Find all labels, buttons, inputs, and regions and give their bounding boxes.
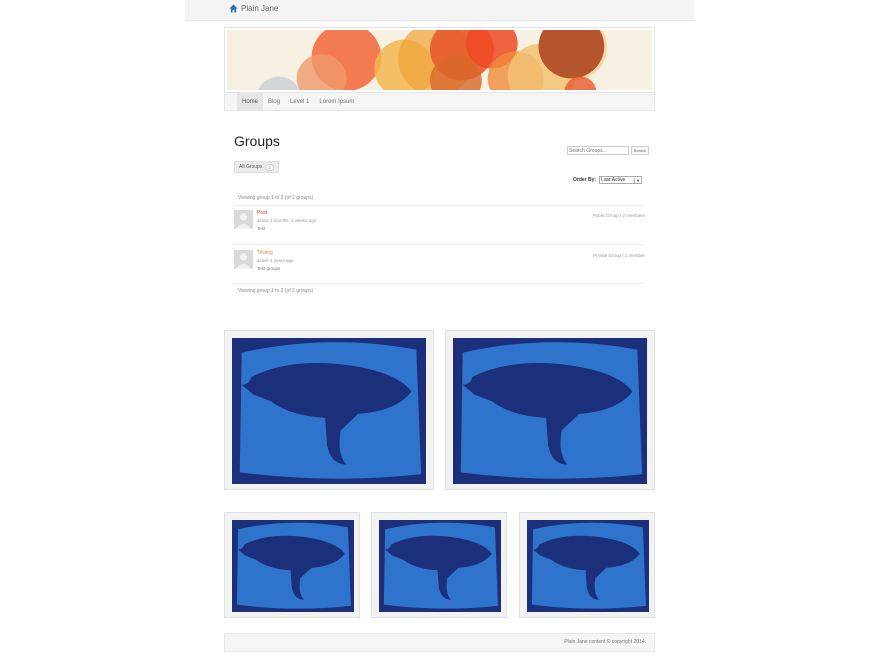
site-footer: Plain Jane content © copyright 2014. (224, 633, 655, 652)
search-button[interactable]: Search (631, 146, 649, 155)
order-by-select[interactable]: Last Active ▼ (599, 176, 643, 184)
brand-name: Plain Jane (241, 4, 279, 13)
gallery-image[interactable] (224, 330, 434, 490)
whale-image (379, 520, 501, 612)
whale-image (232, 338, 426, 484)
search-input[interactable] (567, 146, 629, 155)
group-name-link[interactable]: Testing (257, 250, 273, 256)
group-count-badge: 2 (265, 163, 274, 171)
divider (234, 283, 644, 284)
gallery-image[interactable] (445, 330, 655, 490)
gallery-image[interactable] (519, 512, 655, 618)
banner-image (227, 30, 652, 90)
nav-lorem-ipsum[interactable]: Lorem Ipsum (314, 93, 359, 110)
group-last-active: active 2 months, 3 weeks ago (257, 218, 317, 223)
tab-all-groups[interactable]: All Groups 2 (234, 161, 279, 173)
order-by-value: Last Active (601, 177, 626, 183)
footer-copyright: Plain Jane content © copyright 2014. (564, 639, 646, 645)
group-meta: Public Group / 2 members (592, 213, 645, 218)
order-by: Order By: Last Active ▼ (573, 176, 643, 184)
main-nav: Home Blog Level 1 Lorem Ipsum (224, 92, 655, 111)
whale-image (453, 338, 647, 484)
tab-all-groups-label: All Groups (239, 164, 263, 170)
avatar[interactable] (234, 250, 253, 269)
divider (234, 244, 644, 245)
whale-image (232, 520, 354, 612)
order-by-label: Order By: (573, 177, 597, 183)
home-icon (229, 4, 238, 13)
user-silhouette-icon (234, 250, 253, 269)
nav-home[interactable]: Home (237, 93, 264, 110)
group-item: Post active 2 months, 3 weeks ago Test P… (234, 210, 645, 246)
chevron-down-icon: ▼ (634, 177, 641, 183)
header-banner (224, 27, 655, 93)
pagination-count-bottom: Viewing group 1 to 2 (of 2 groups) (238, 288, 314, 294)
brand-link[interactable]: Plain Jane (229, 4, 278, 13)
gallery-image[interactable] (224, 512, 360, 618)
nav-level-1[interactable]: Level 1 (285, 93, 314, 110)
group-description: Test groups (257, 266, 281, 271)
group-item: Testing active 4 years ago Test groups P… (234, 250, 645, 286)
divider (234, 205, 644, 206)
group-name-link[interactable]: Post (257, 210, 267, 216)
pagination-count-top: Viewing group 1 to 2 (of 2 groups) (238, 195, 314, 201)
group-search: Search (567, 146, 649, 155)
group-last-active: active 4 years ago (257, 258, 294, 263)
page-title: Groups (234, 133, 280, 149)
gallery-image[interactable] (371, 512, 507, 618)
nav-blog[interactable]: Blog (263, 93, 285, 110)
group-description: Test (257, 226, 266, 231)
group-meta: Private Group / 1 member (593, 253, 645, 258)
avatar[interactable] (234, 210, 253, 229)
whale-image (527, 520, 649, 612)
user-silhouette-icon (234, 210, 253, 229)
top-bar: Plain Jane (185, 0, 694, 21)
